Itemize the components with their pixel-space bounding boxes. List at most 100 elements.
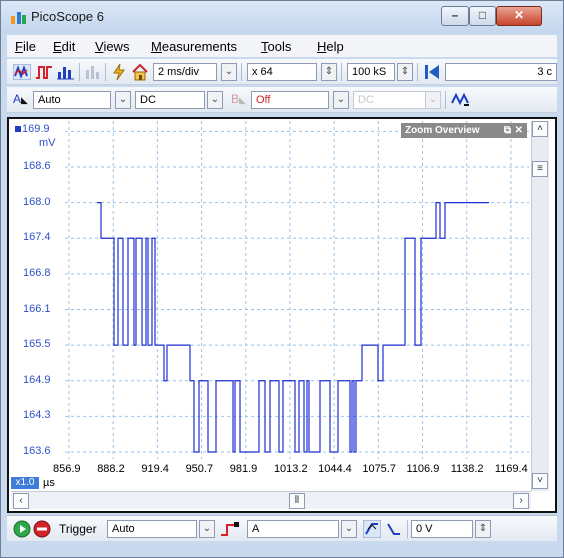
x-tick-label: 888.2 — [97, 463, 125, 475]
channel-b-coupling-chevron-icon: ⌄ — [425, 91, 441, 109]
menu-bar: File Edit Views Measurements Tools Help — [7, 35, 557, 57]
channel-a-range-chevron-icon[interactable]: ⌄ — [115, 91, 131, 109]
toolbar-separator — [105, 63, 106, 81]
trigger-channel-chevron-icon[interactable]: ⌄ — [341, 520, 357, 538]
channel-b-button[interactable]: B◣ — [231, 92, 246, 106]
timebase-select[interactable]: 2 ms/div — [153, 63, 217, 81]
vertical-scrollbar[interactable]: ˄ ≡ ˅ — [531, 121, 549, 491]
sample-count-stepper-icon[interactable]: ⇕ — [397, 63, 413, 81]
channel-a-coupling-select[interactable]: DC — [135, 91, 205, 109]
toolbar-separator — [407, 520, 408, 538]
y-tick-label: 163.6 — [23, 445, 51, 457]
y-tick-label: 166.1 — [23, 302, 51, 315]
x-zoom-badge[interactable]: x1.0 — [11, 477, 39, 489]
y-tick-label: 165.5 — [23, 338, 51, 351]
trigger-mode-chevron-icon[interactable]: ⌄ — [199, 520, 215, 538]
vertical-scroll-thumb[interactable]: ≡ — [532, 161, 548, 177]
channel-a-button[interactable]: A◣ — [13, 92, 28, 106]
zoom-overview-close-icon[interactable]: ✕ — [515, 123, 523, 138]
toolbar-separator — [79, 63, 80, 81]
timebase-dropdown-chevron-icon[interactable]: ⌄ — [221, 63, 237, 81]
waveform-plot[interactable] — [9, 119, 529, 489]
trigger-threshold-field[interactable]: 0 V — [411, 520, 473, 538]
menu-file[interactable]: File — [15, 39, 36, 54]
sample-count-field[interactable]: 100 kS — [347, 63, 395, 81]
rising-edge-icon[interactable] — [363, 520, 381, 538]
lightning-icon[interactable] — [111, 63, 127, 81]
scroll-left-arrow-icon[interactable]: ‹ — [13, 493, 29, 509]
x-tick-label: 1169.4 — [494, 463, 528, 475]
picoscope-logo-icon — [11, 12, 26, 24]
channel-a-probe-icon: ◣ — [21, 95, 28, 105]
menu-help[interactable]: Help — [317, 39, 344, 54]
x-tick-label: 856.9 — [53, 463, 81, 475]
zoom-overview-pin-icon[interactable]: ⧉ — [504, 123, 511, 138]
y-axis-unit: mV — [39, 137, 56, 149]
scroll-down-arrow-icon[interactable]: ˅ — [532, 473, 548, 489]
zoom-factor-field[interactable]: x 64 — [247, 63, 317, 81]
y-axis-top-value: 169.9 — [15, 123, 50, 135]
horizontal-scrollbar[interactable]: ‹ ⦀ › — [11, 491, 531, 509]
maximize-button[interactable]: □ — [469, 6, 496, 26]
menu-views[interactable]: Views — [95, 39, 129, 54]
toolbar-separator — [445, 91, 446, 109]
channel-a-trace — [97, 202, 489, 453]
x-tick-label: 1106.9 — [406, 463, 440, 475]
zoom-stepper-icon[interactable]: ⇕ — [321, 63, 337, 81]
x-tick-label: 1044.4 — [318, 463, 352, 475]
channel-a-label: A — [13, 92, 22, 106]
channel-b-range-chevron-icon[interactable]: ⌄ — [333, 91, 349, 109]
channel-a-marker-icon — [15, 126, 21, 132]
y-tick-label: 167.4 — [23, 231, 51, 244]
spectrum-mode-icon[interactable] — [57, 64, 75, 80]
x-tick-label: 1138.2 — [450, 463, 484, 475]
signal-generator-disabled-icon — [86, 66, 99, 79]
y-tick-label: 164.3 — [23, 409, 51, 422]
scroll-right-arrow-icon[interactable]: › — [513, 493, 529, 509]
scope-view[interactable]: 169.9 mV 168.6 168.0 167.4 166.8 166.1 165.5 1… — [7, 117, 557, 513]
stop-capture-icon[interactable] — [33, 520, 51, 538]
close-button[interactable]: ✕ — [496, 6, 542, 26]
window-title: PicoScope 6 — [31, 9, 104, 24]
toolbar-separator — [241, 63, 242, 81]
x-tick-label: 1075.7 — [362, 463, 396, 475]
app-window: PicoScope 6 – □ ✕ File Edit Views Measur… — [0, 0, 564, 558]
threshold-stepper-icon[interactable]: ⇕ — [475, 520, 491, 538]
home-icon[interactable] — [131, 63, 149, 81]
y-tick-label: 168.6 — [23, 160, 51, 172]
trigger-channel-select[interactable]: A — [247, 520, 339, 538]
x-tick-label: 919.4 — [141, 463, 169, 475]
y-tick-label: 164.9 — [23, 373, 51, 386]
zoom-overview-title: Zoom Overview — [405, 125, 480, 136]
capture-index-field[interactable]: 3 c — [445, 63, 557, 81]
horizontal-scroll-thumb[interactable]: ⦀ — [289, 493, 305, 509]
advanced-trigger-icon[interactable] — [219, 520, 241, 538]
menu-tools[interactable]: Tools — [261, 39, 291, 54]
channel-options-icon[interactable] — [451, 91, 471, 109]
minimize-button[interactable]: – — [441, 6, 469, 26]
channel-a-range-select[interactable]: Auto — [33, 91, 111, 109]
start-capture-icon[interactable] — [13, 520, 31, 538]
toolbar-separator — [341, 63, 342, 81]
channel-b-coupling-select: DC — [353, 91, 427, 109]
channel-b-probe-icon: ◣ — [239, 95, 246, 105]
channel-b-range-select[interactable]: Off — [251, 91, 329, 109]
zoom-overview-header[interactable]: Zoom Overview ⧉ ✕ — [401, 123, 527, 138]
falling-edge-icon[interactable] — [385, 520, 403, 538]
channel-b-label: B — [231, 92, 240, 106]
first-capture-icon[interactable] — [423, 63, 441, 81]
y-tick-label: 166.8 — [23, 266, 51, 279]
channel-a-coupling-chevron-icon[interactable]: ⌄ — [207, 91, 223, 109]
x-tick-label: 981.9 — [229, 463, 258, 475]
trigger-mode-select[interactable]: Auto — [107, 520, 197, 538]
x-axis-unit: µs — [43, 477, 55, 489]
menu-edit[interactable]: Edit — [53, 39, 75, 54]
status-bar: Trigger Auto ⌄ A ⌄ 0 V ⇕ — [7, 515, 557, 541]
menu-measurements[interactable]: Measurements — [151, 39, 237, 54]
title-bar[interactable]: PicoScope 6 – □ ✕ — [1, 1, 563, 33]
y-tick-label: 168.0 — [23, 195, 51, 208]
scope-mode-icon[interactable] — [13, 64, 31, 80]
persistence-mode-icon[interactable] — [35, 64, 53, 80]
scroll-up-arrow-icon[interactable]: ˄ — [532, 121, 548, 137]
x-tick-label: 1013.2 — [273, 463, 308, 475]
